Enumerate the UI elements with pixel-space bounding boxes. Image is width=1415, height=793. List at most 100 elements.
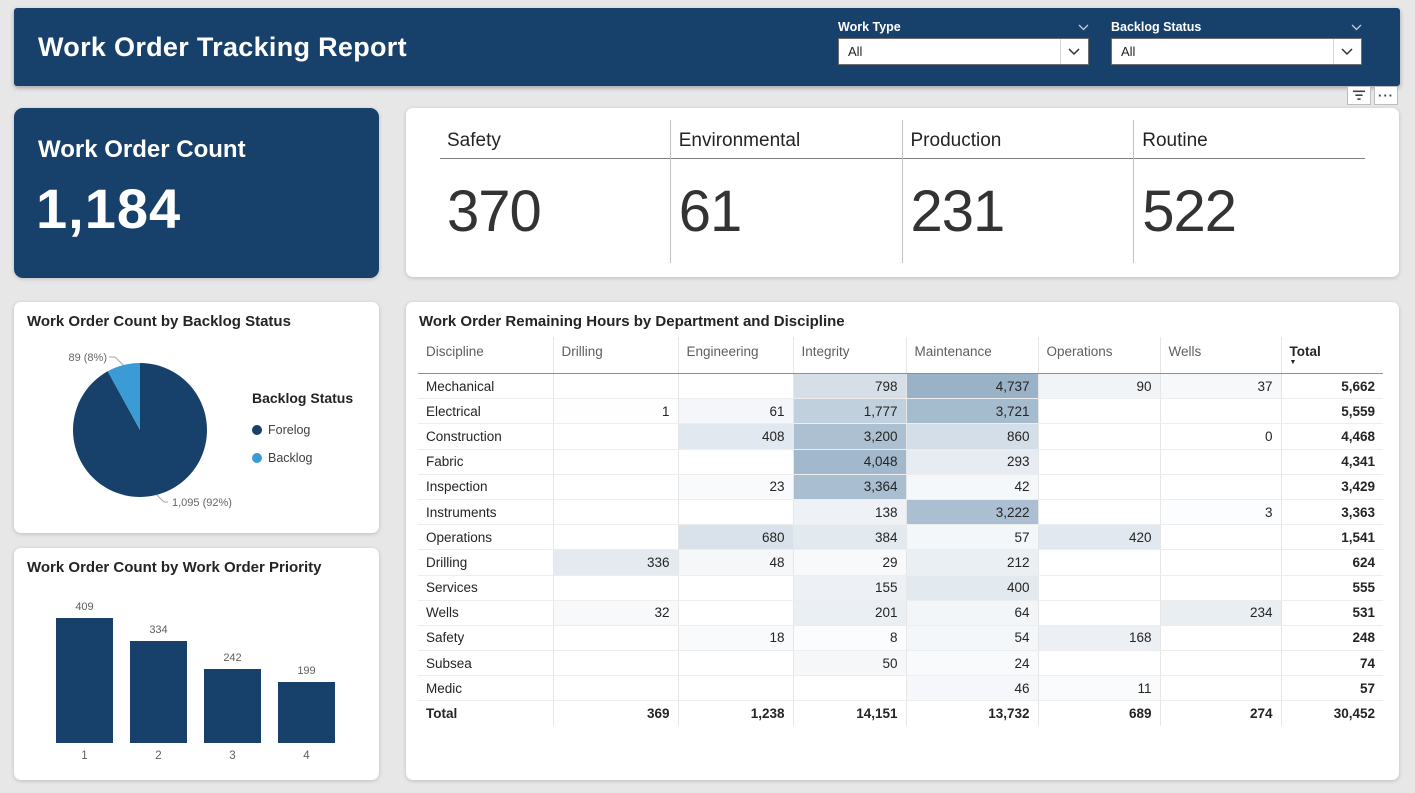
matrix-value-cell: 212 bbox=[906, 549, 1039, 576]
matrix-discipline-cell: Drilling bbox=[418, 549, 554, 576]
matrix-value-cell bbox=[1038, 423, 1161, 450]
matrix-value-cell: 3,721 bbox=[906, 398, 1039, 425]
pie-slice-forelog[interactable] bbox=[73, 363, 208, 497]
chevron-down-icon[interactable] bbox=[1078, 24, 1089, 31]
matrix-value-cell: 54 bbox=[906, 625, 1039, 652]
pie-callout-forelog: 1,095 (92%) bbox=[172, 497, 232, 509]
matrix-row[interactable]: Construction 408 3,200 860 0 4,468 bbox=[418, 423, 1383, 450]
matrix-value-cell bbox=[1038, 600, 1161, 626]
dropdown-value: All bbox=[848, 44, 863, 59]
backlog-status-dropdown[interactable]: All bbox=[1111, 38, 1362, 65]
matrix-row[interactable]: Electrical 1 61 1,777 3,721 5,559 bbox=[418, 398, 1383, 425]
kpi-value: 1,184 bbox=[36, 177, 182, 240]
matrix-value-cell bbox=[1038, 398, 1161, 425]
matrix-value-cell: 155 bbox=[793, 575, 907, 601]
matrix-row[interactable]: Services 155 400 555 bbox=[418, 575, 1383, 601]
callout-leader-line bbox=[156, 494, 168, 503]
matrix-value-cell bbox=[1038, 650, 1161, 677]
matrix-value-cell bbox=[553, 524, 679, 551]
matrix-row[interactable]: Fabric 4,048 293 4,341 bbox=[418, 449, 1383, 475]
matrix-value-cell: 336 bbox=[553, 549, 679, 576]
priority-bar-card: Work Order Count by Work Order Priority … bbox=[14, 548, 379, 780]
matrix-row[interactable]: Mechanical 798 4,737 90 37 5,662 bbox=[418, 373, 1383, 400]
matrix-row[interactable]: Medic 46 11 57 bbox=[418, 675, 1383, 702]
matrix-value-cell: 48 bbox=[678, 549, 794, 576]
matrix-col-header-engineering[interactable]: Engineering bbox=[678, 337, 794, 374]
bar-column: 242 3 bbox=[204, 652, 261, 764]
matrix-value-cell bbox=[553, 373, 679, 400]
report-header: Work Order Tracking Report Work Type All bbox=[14, 8, 1400, 86]
matrix-value-cell: 61 bbox=[678, 398, 794, 425]
remaining-hours-matrix-card: Work Order Remaining Hours by Department… bbox=[406, 302, 1399, 780]
matrix-value-cell: 138 bbox=[793, 499, 907, 526]
matrix-value-cell: 408 bbox=[678, 423, 794, 450]
filter-icon[interactable] bbox=[1347, 86, 1371, 105]
bar-column: 334 2 bbox=[130, 624, 187, 764]
matrix-col-header-operations[interactable]: Operations bbox=[1038, 337, 1161, 374]
matrix-value-cell: 4,737 bbox=[906, 373, 1039, 400]
chevron-down-icon[interactable] bbox=[1351, 24, 1362, 31]
matrix-value-cell: 42 bbox=[906, 474, 1039, 500]
matrix-row[interactable]: Safety 18 8 54 168 248 bbox=[418, 625, 1383, 652]
matrix-value-cell: 50 bbox=[793, 650, 907, 677]
matrix-value-cell: 24 bbox=[906, 650, 1039, 677]
matrix-value-cell: 90 bbox=[1038, 373, 1161, 400]
category-value: 370 bbox=[447, 179, 542, 244]
matrix-total-cell: 1,541 bbox=[1281, 524, 1383, 551]
matrix-discipline-cell: Subsea bbox=[418, 650, 554, 677]
matrix-col-header-maintenance[interactable]: Maintenance bbox=[906, 337, 1039, 374]
matrix-row[interactable]: Operations 680 384 57 420 1,541 bbox=[418, 524, 1383, 551]
sort-descending-icon: ▼ bbox=[1289, 359, 1297, 366]
matrix-total-cell: 248 bbox=[1281, 625, 1383, 652]
bar-column: 409 1 bbox=[56, 601, 113, 764]
matrix-row[interactable]: Wells 32 201 64 234 531 bbox=[418, 600, 1383, 626]
matrix-row[interactable]: Instruments 138 3,222 3 3,363 bbox=[418, 499, 1383, 526]
bar-value-label: 409 bbox=[75, 601, 94, 613]
matrix-row[interactable]: Drilling 336 48 29 212 624 bbox=[418, 549, 1383, 576]
filter-label-row: Work Type bbox=[838, 16, 1089, 38]
work-type-dropdown[interactable]: All bbox=[838, 38, 1089, 65]
category-item-environmental: Environmental 61 bbox=[669, 120, 902, 263]
bar-category-label: 1 bbox=[81, 750, 88, 762]
matrix-value-cell bbox=[678, 499, 794, 526]
pie-card-title: Work Order Count by Backlog Status bbox=[27, 313, 291, 330]
category-label: Environmental bbox=[678, 130, 801, 151]
filter-label: Backlog Status bbox=[1111, 20, 1202, 34]
matrix-col-header-integrity[interactable]: Integrity bbox=[793, 337, 907, 374]
bar-priority-3[interactable] bbox=[204, 669, 261, 743]
bar-priority-4[interactable] bbox=[278, 682, 335, 743]
matrix-row[interactable]: Subsea 50 24 74 bbox=[418, 650, 1383, 677]
matrix-value-cell bbox=[553, 449, 679, 475]
matrix-value-cell bbox=[1160, 675, 1282, 702]
matrix-total-cell: 5,559 bbox=[1281, 398, 1383, 425]
matrix-total-cell: 30,452 bbox=[1281, 700, 1383, 726]
matrix-value-cell: 384 bbox=[793, 524, 907, 551]
matrix-row[interactable]: Inspection 23 3,364 42 3,429 bbox=[418, 474, 1383, 500]
matrix-discipline-cell: Fabric bbox=[418, 449, 554, 475]
legend-item-backlog[interactable]: Backlog bbox=[252, 444, 353, 472]
bar-priority-2[interactable] bbox=[130, 641, 187, 743]
matrix-table: Discipline Drilling Engineering Integrity Ma… bbox=[418, 337, 1383, 726]
matrix-value-cell bbox=[1160, 449, 1282, 475]
matrix-value-cell: 234 bbox=[1160, 600, 1282, 626]
legend-item-forelog[interactable]: Forelog bbox=[252, 416, 353, 444]
matrix-col-header-wells[interactable]: Wells bbox=[1160, 337, 1282, 374]
category-label: Safety bbox=[447, 130, 501, 151]
matrix-value-cell: 8 bbox=[793, 625, 907, 652]
matrix-col-header-discipline[interactable]: Discipline bbox=[418, 337, 554, 374]
matrix-col-header-total[interactable]: Total ▼ bbox=[1281, 337, 1383, 374]
legend-swatch-backlog bbox=[252, 453, 262, 463]
more-options-icon[interactable]: ··· bbox=[1374, 86, 1398, 105]
matrix-col-header-drilling[interactable]: Drilling bbox=[553, 337, 679, 374]
legend-label: Forelog bbox=[268, 423, 311, 437]
matrix-value-cell: 3,364 bbox=[793, 474, 907, 500]
legend-swatch-forelog bbox=[252, 425, 262, 435]
matrix-value-cell: 46 bbox=[906, 675, 1039, 702]
matrix-value-cell bbox=[1160, 524, 1282, 551]
matrix-value-cell: 1 bbox=[553, 398, 679, 425]
matrix-value-cell: 18 bbox=[678, 625, 794, 652]
matrix-total-row[interactable]: Total 369 1,238 14,151 13,732 689 274 30,452 bbox=[418, 700, 1383, 726]
matrix-discipline-cell: Safety bbox=[418, 625, 554, 652]
bar-priority-1[interactable] bbox=[56, 618, 113, 743]
matrix-value-cell bbox=[553, 499, 679, 526]
